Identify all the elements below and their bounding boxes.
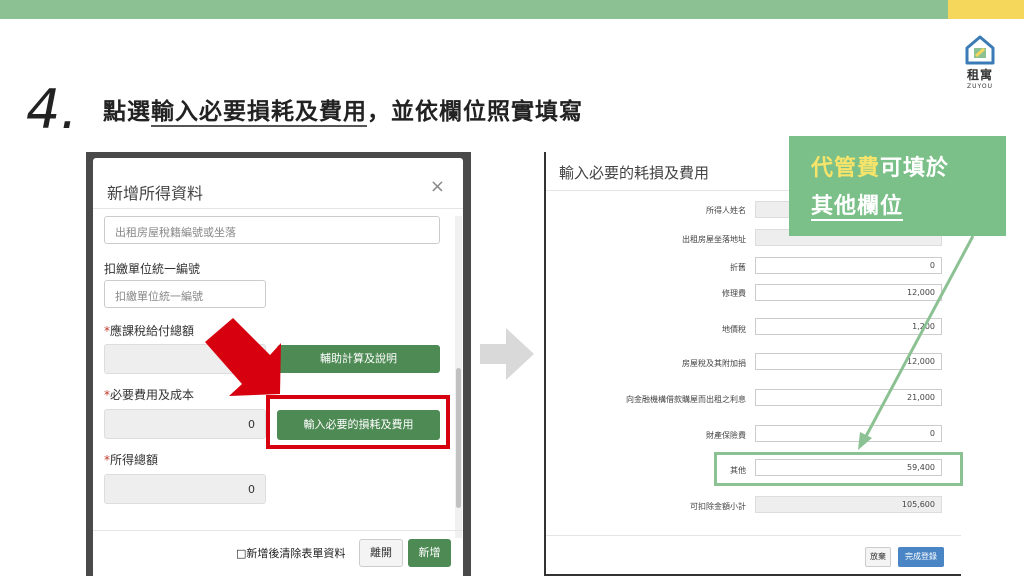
tip-callout: 代管費可填於 其他欄位 <box>789 136 1006 236</box>
callout-line2: 其他欄位 <box>811 194 904 221</box>
callout-rest: 可填於 <box>880 156 950 181</box>
callout-text: 代管費可填於 其他欄位 <box>811 150 949 226</box>
callout-highlight: 代管費 <box>811 156 881 181</box>
pointer-arrow-icon <box>858 235 975 450</box>
